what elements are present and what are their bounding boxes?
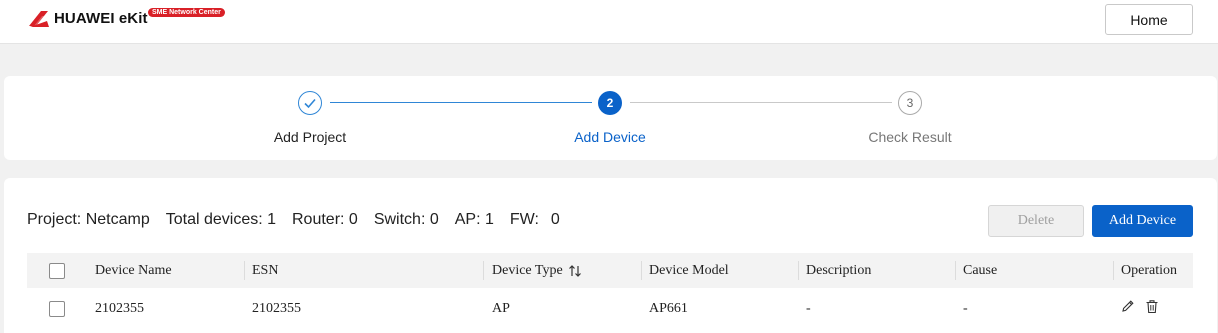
row-checkbox[interactable] (49, 301, 65, 317)
edit-icon[interactable] (1121, 299, 1135, 318)
column-divider (483, 261, 484, 280)
home-button[interactable]: Home (1105, 4, 1193, 35)
step-connector-2 (630, 102, 892, 103)
column-divider (1113, 261, 1114, 280)
step-label-check-result: Check Result (868, 129, 952, 145)
select-all-checkbox[interactable] (49, 263, 65, 279)
brand-badge: SME Network Center (148, 8, 225, 17)
column-divider (955, 261, 956, 280)
table-row: 2102355 2102355 AP AP661 - - (27, 291, 1193, 326)
sort-icon[interactable] (568, 264, 582, 278)
cell-description: - (806, 300, 811, 316)
huawei-logo-icon (29, 11, 49, 27)
col-cause: Cause (963, 262, 998, 278)
step-label-add-project: Add Project (273, 129, 347, 145)
cell-cause: - (963, 300, 968, 316)
total-devices: Total devices: 1 (165, 211, 276, 228)
step-label-add-device: Add Device (574, 129, 646, 145)
step-connector-1 (330, 102, 592, 103)
cell-operation (1121, 291, 1159, 326)
fw-count: 0 (550, 211, 560, 228)
column-divider (641, 261, 642, 280)
step-1-done-indicator (298, 91, 322, 115)
cell-device-type: AP (492, 300, 510, 316)
check-icon (304, 98, 316, 109)
project-name: Project: Netcamp (27, 211, 150, 228)
project-summary: Project: Netcamp Total devices: 1 Router… (27, 211, 564, 229)
col-device-model: Device Model (649, 262, 729, 278)
add-device-button[interactable]: Add Device (1092, 205, 1193, 237)
ap-count: AP: 1 (454, 211, 494, 228)
column-divider (798, 261, 799, 280)
col-description: Description (806, 262, 872, 278)
col-esn: ESN (252, 262, 279, 278)
brand-name: HUAWEI eKit (54, 9, 148, 27)
router-count: Router: 0 (292, 211, 358, 228)
column-divider (244, 261, 245, 280)
trash-icon[interactable] (1145, 299, 1159, 319)
stepper: 2 3 Add Project Add Device Check Result (4, 76, 1217, 160)
col-device-type[interactable]: Device Type (492, 253, 582, 288)
logo[interactable]: HUAWEI eKit SME Network Center (27, 7, 225, 29)
col-operation: Operation (1121, 262, 1177, 278)
cell-esn: 2102355 (252, 300, 301, 316)
fw-label: FW: (509, 211, 539, 228)
top-bar: HUAWEI eKit SME Network Center Home (0, 0, 1218, 44)
switch-count: Switch: 0 (373, 211, 439, 228)
step-3-indicator: 3 (898, 91, 922, 115)
col-device-type-label: Device Type (492, 262, 563, 278)
cell-device-model: AP661 (649, 300, 688, 316)
col-device-name: Device Name (95, 262, 172, 278)
device-panel: Project: Netcamp Total devices: 1 Router… (4, 178, 1217, 333)
delete-button[interactable]: Delete (988, 205, 1084, 237)
table-header: Device Name ESN Device Type Device Model… (27, 253, 1193, 288)
cell-device-name: 2102355 (95, 300, 144, 316)
step-2-indicator: 2 (598, 91, 622, 115)
